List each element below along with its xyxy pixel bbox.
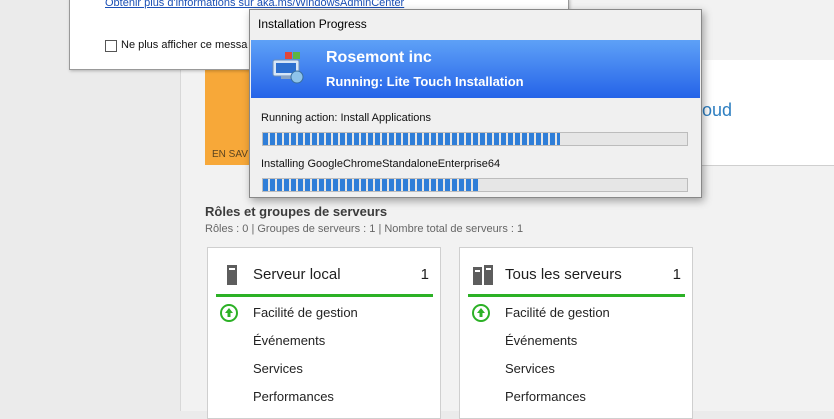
tile-row-performance[interactable]: Performances [505,389,586,404]
action-progress-bar [262,132,688,146]
quick-start-tile[interactable]: EN SAV [205,60,255,165]
tile-all-servers[interactable]: Tous les serveurs 1 Facilité de gestion … [459,247,693,419]
tile-count: 1 [420,266,429,283]
dont-show-checkbox[interactable] [105,40,117,52]
tile-title[interactable]: Tous les serveurs [505,266,622,283]
dont-show-label: Ne plus afficher ce messa [121,39,248,51]
organization-name: Rosemont inc [326,49,432,66]
servers-icon [473,265,495,290]
deployment-status: Running: Lite Touch Installation [326,74,524,89]
tile-row-performance[interactable]: Performances [253,389,334,404]
action-label: Running action: Install Applications [261,112,431,124]
tile-local-server[interactable]: Serveur local 1 Facilité de gestion Évén… [207,247,441,419]
tile-title[interactable]: Serveur local [253,266,341,283]
roles-section-title: Rôles et groupes de serveurs [205,204,388,219]
tile-row-manageability[interactable]: Facilité de gestion [253,305,358,320]
action-progress-fill [263,133,560,145]
tile-count: 1 [672,266,681,283]
install-progress-bar [262,178,688,192]
admin-center-link[interactable]: Obtenir plus d'informations sur aka.ms/W… [105,0,404,9]
learn-more-panel: loud [698,60,834,166]
tile-row-events[interactable]: Événements [253,333,325,348]
status-ok-icon [472,304,490,322]
server-icon [225,265,239,290]
tile-row-services[interactable]: Services [505,361,555,376]
tile-row-manageability[interactable]: Facilité de gestion [505,305,610,320]
tile-row-events[interactable]: Événements [505,333,577,348]
installation-progress-dialog: Installation Progress Rosemont inc Runni… [249,9,702,198]
dialog-title: Installation Progress [258,17,367,31]
install-label: Installing GoogleChromeStandaloneEnterpr… [261,158,501,170]
install-progress-fill [263,179,480,191]
installer-icon [271,50,305,89]
tile-row-services[interactable]: Services [253,361,303,376]
status-bar [468,294,685,297]
roles-summary: Rôles : 0 | Groupes de serveurs : 1 | No… [205,223,524,235]
status-bar [216,294,433,297]
learn-more-text: loud [698,100,733,120]
dialog-banner: Rosemont inc Running: Lite Touch Install… [251,40,700,98]
quick-start-tile-label: EN SAV [212,149,248,160]
status-ok-icon [220,304,238,322]
